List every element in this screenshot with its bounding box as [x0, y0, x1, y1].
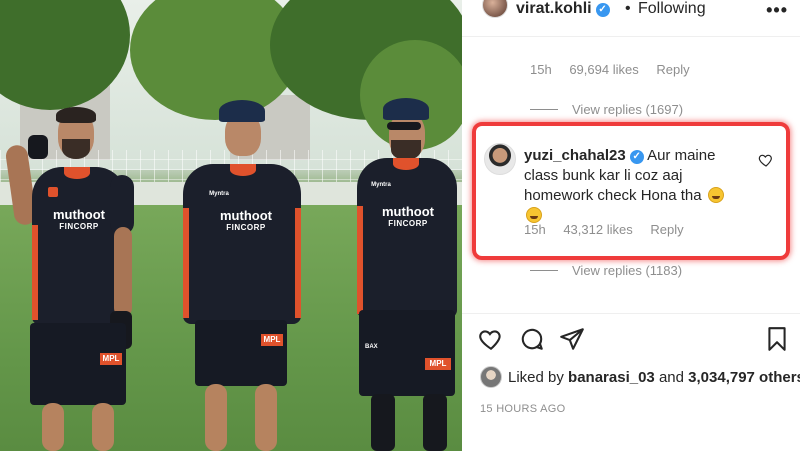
chest-badge — [48, 187, 58, 197]
chest-label: Myntra — [209, 191, 229, 197]
sleeve-brand: BAX — [365, 344, 378, 350]
comments-panel: virat.kohli ✓ • Following ••• 15h 69,694 … — [462, 0, 800, 451]
like-heart-icon[interactable] — [478, 326, 504, 352]
comment-body: yuzi_chahal23 ✓ Aur maine class bunk kar … — [524, 146, 744, 226]
player-leg — [371, 394, 395, 451]
player-torso — [183, 164, 301, 324]
player-cap — [219, 100, 265, 122]
author-username[interactable]: virat.kohli ✓ — [516, 0, 610, 18]
heart-icon[interactable] — [758, 152, 774, 168]
shorts-patch: MPL — [261, 334, 283, 346]
jersey-stripe — [295, 208, 301, 318]
laughing-emoji-icon — [707, 187, 724, 203]
chest-label: Myntra — [371, 182, 391, 188]
player-leg — [205, 384, 227, 451]
player-shorts — [195, 320, 287, 386]
shorts-patch: MPL — [425, 358, 451, 370]
player-beard — [391, 140, 421, 160]
share-icon[interactable] — [559, 326, 585, 352]
jersey-sponsor: muthoot FINCORP — [220, 208, 272, 232]
player-hair — [56, 107, 96, 123]
prev-view-replies[interactable]: View replies (1697) — [530, 102, 683, 117]
jersey-collar — [393, 158, 419, 170]
bookmark-icon[interactable] — [764, 326, 790, 352]
replies-dash — [530, 270, 558, 271]
view-replies[interactable]: View replies (1183) — [530, 263, 682, 278]
prev-comment-likes[interactable]: 69,694 likes — [569, 62, 638, 77]
post-timestamp: 15 HOURS AGO — [480, 403, 566, 415]
liker-username[interactable]: banarasi_03 — [568, 369, 655, 386]
jersey-collar — [64, 167, 90, 179]
wristband — [28, 135, 48, 159]
more-options-icon[interactable]: ••• — [766, 0, 788, 21]
player-cap — [383, 98, 429, 120]
jersey-stripe — [357, 206, 363, 314]
shorts-patch: MPL — [100, 353, 122, 365]
player-arm — [114, 227, 132, 317]
player-right: Myntra muthoot FINCORP BAX MPL — [345, 96, 462, 451]
header-divider — [462, 36, 800, 37]
commenter-username[interactable]: yuzi_chahal23 ✓ — [524, 147, 644, 164]
player-leg — [255, 384, 277, 451]
verified-icon: ✓ — [595, 3, 610, 17]
post-header: virat.kohli ✓ • Following ••• — [462, 0, 800, 20]
comment-likes[interactable]: 43,312 likes — [563, 222, 632, 237]
author-avatar[interactable] — [482, 0, 508, 18]
player-left: muthoot FINCORP MPL — [4, 105, 140, 451]
likes-count[interactable]: 3,034,797 others — [688, 369, 800, 386]
liker-avatar[interactable] — [480, 366, 502, 388]
prev-comment-meta: 15h 69,694 likes Reply — [530, 62, 704, 77]
player-beard — [62, 139, 90, 159]
replies-dash — [530, 109, 558, 110]
following-button[interactable]: Following — [638, 0, 706, 18]
player-center: Myntra muthoot FINCORP MPL — [175, 98, 310, 451]
player-shorts — [359, 310, 455, 396]
comment-icon[interactable] — [519, 326, 545, 352]
jersey-sponsor: muthoot FINCORP — [382, 204, 434, 228]
prev-comment-reply-button[interactable]: Reply — [656, 62, 689, 77]
jersey-sponsor: muthoot FINCORP — [53, 207, 105, 231]
header-separator: • — [625, 0, 631, 17]
player-leg — [423, 394, 447, 451]
jersey-collar — [230, 164, 256, 176]
sunglasses — [387, 122, 421, 130]
player-leg — [42, 403, 64, 451]
actions-divider — [462, 313, 800, 314]
likes-text: Liked by banarasi_03 and 3,034,797 other… — [508, 369, 800, 386]
comment-time: 15h — [524, 222, 546, 237]
commenter-avatar[interactable] — [484, 143, 516, 175]
comment-reply-button[interactable]: Reply — [650, 222, 683, 237]
jersey-stripe — [32, 225, 38, 320]
laughing-emoji-icon — [526, 207, 542, 223]
post-photo[interactable]: muthoot FINCORP MPL Myntra muthoot FINCO… — [0, 0, 462, 451]
comment-meta: 15h 43,312 likes Reply — [524, 222, 698, 237]
player-leg — [92, 403, 114, 451]
jersey-stripe — [183, 208, 189, 318]
prev-comment-time: 15h — [530, 62, 552, 77]
verified-icon: ✓ — [629, 150, 644, 164]
highlighted-comment: yuzi_chahal23 ✓ Aur maine class bunk kar … — [472, 122, 790, 260]
